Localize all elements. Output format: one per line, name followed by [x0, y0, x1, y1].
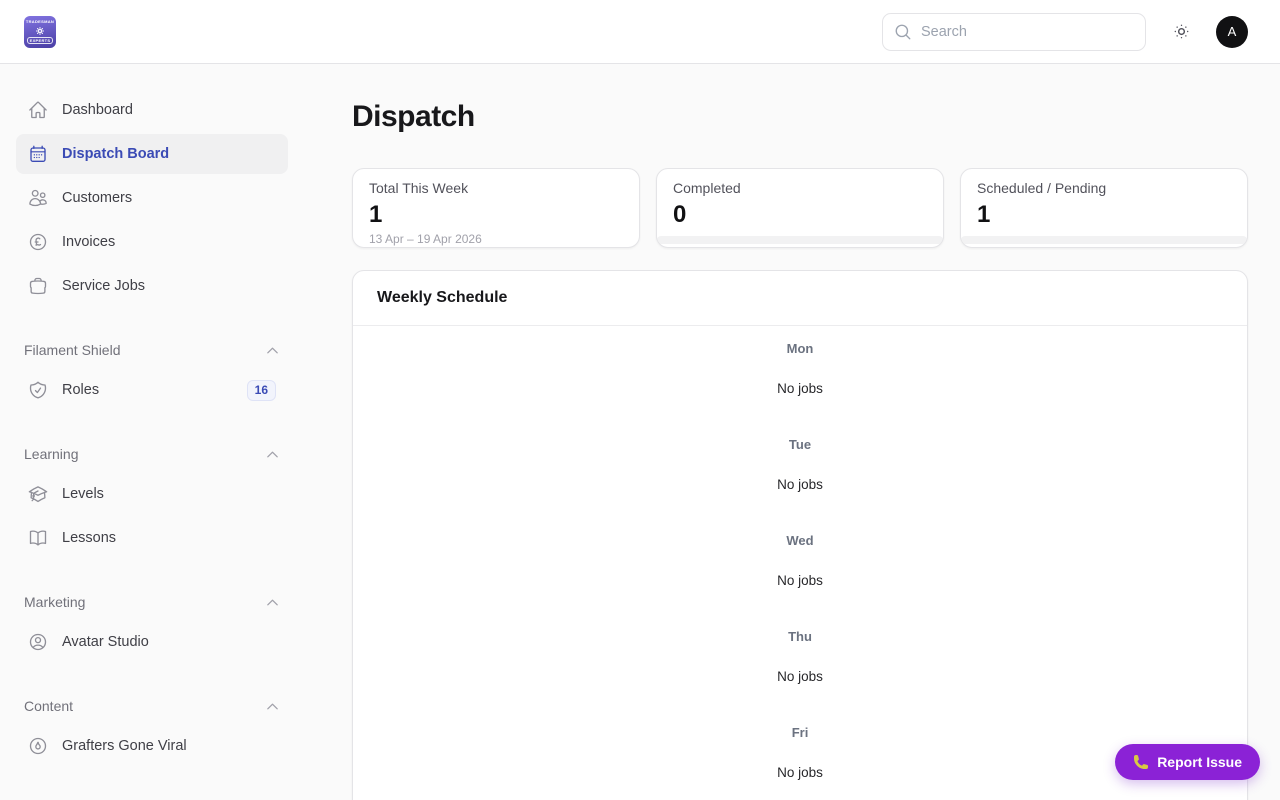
sidebar-section-learning: Learning Levels Lessons: [16, 446, 288, 558]
progress-bar: [657, 236, 943, 244]
weekly-schedule-card: Weekly Schedule Mon No jobs Tue No jobs …: [352, 270, 1248, 800]
day-status: No jobs: [777, 573, 823, 588]
gear-icon: [35, 26, 45, 36]
count-badge: 16: [246, 379, 276, 401]
logo-text-top: TRADESMAN: [25, 18, 55, 24]
calendar-days-icon: [28, 144, 48, 164]
report-issue-button[interactable]: Report Issue: [1115, 744, 1260, 780]
stat-card-scheduled-pending: Scheduled / Pending 1: [960, 168, 1248, 248]
stat-card-total-this-week: Total This Week 1 13 Apr – 19 Apr 2026: [352, 168, 640, 248]
stat-value: 1: [369, 200, 383, 228]
sun-icon: [1172, 22, 1191, 41]
stat-value: 1: [977, 200, 991, 228]
chevron-up-icon: [265, 699, 280, 714]
day-name: Tue: [788, 437, 812, 452]
topbar-actions: A: [882, 12, 1248, 51]
sidebar-item-lessons[interactable]: Lessons: [16, 518, 288, 558]
section-heading[interactable]: Learning: [16, 446, 288, 462]
day-name: Mon: [786, 341, 814, 356]
sidebar-item-customers[interactable]: Customers: [16, 178, 288, 218]
weekly-schedule-title: Weekly Schedule: [377, 289, 508, 306]
briefcase-icon: [28, 276, 48, 296]
day-status: No jobs: [777, 381, 823, 396]
day-name: Fri: [791, 725, 809, 740]
sidebar-section-filament-shield: Filament Shield Roles 16: [16, 342, 288, 410]
sidebar-main-nav: Dashboard Dispatch Board Customers Invoi…: [16, 90, 288, 306]
flame-icon: [28, 736, 48, 756]
sidebar-section-content: Content Grafters Gone Viral: [16, 698, 288, 766]
page-title: Dispatch: [352, 100, 475, 133]
day-name: Wed: [786, 533, 814, 548]
section-heading[interactable]: Marketing: [16, 594, 288, 610]
chevron-up-icon: [265, 447, 280, 462]
sidebar-item-roles[interactable]: Roles 16: [16, 370, 288, 410]
sidebar-item-dashboard[interactable]: Dashboard: [16, 90, 288, 130]
day-status: No jobs: [777, 765, 823, 780]
logo-text-bottom: EXPERTS: [26, 36, 54, 45]
chevron-up-icon: [265, 595, 280, 610]
app-logo[interactable]: TRADESMAN EXPERTS: [24, 15, 56, 48]
stat-subtext: 13 Apr – 19 Apr 2026: [369, 231, 482, 246]
academic-cap-icon: [28, 484, 48, 504]
page-shell: Dashboard Dispatch Board Customers Invoi…: [0, 64, 1280, 800]
section-heading[interactable]: Content: [16, 698, 288, 714]
weekly-schedule-header: Weekly Schedule: [353, 271, 1247, 326]
user-avatar[interactable]: A: [1216, 15, 1248, 48]
home-icon: [28, 100, 48, 120]
shield-check-icon: [28, 380, 48, 400]
currency-pound-icon: [28, 232, 48, 252]
report-issue-label: Report Issue: [1157, 754, 1242, 770]
sidebar-item-dispatch-board[interactable]: Dispatch Board: [16, 134, 288, 174]
theme-toggle-button[interactable]: [1164, 15, 1198, 49]
stats-row: Total This Week 1 13 Apr – 19 Apr 2026 C…: [352, 168, 1248, 248]
topbar: TRADESMAN EXPERTS A: [0, 0, 1280, 64]
search-input[interactable]: [882, 12, 1146, 51]
day-status: No jobs: [777, 477, 823, 492]
user-circle-icon: [28, 632, 48, 652]
section-heading[interactable]: Filament Shield: [16, 342, 288, 358]
stat-label: Total This Week: [369, 180, 469, 196]
sidebar-item-levels[interactable]: Levels: [16, 474, 288, 514]
day-name: Thu: [788, 629, 812, 644]
schedule-day-fri: Fri No jobs: [353, 710, 1247, 800]
search-box: [882, 12, 1146, 51]
day-status: No jobs: [777, 669, 823, 684]
main-content: Dispatch Total This Week 1 13 Apr – 19 A…: [304, 64, 1280, 800]
chevron-up-icon: [265, 343, 280, 358]
search-icon: [894, 23, 912, 41]
schedule-day-mon: Mon No jobs: [353, 326, 1247, 422]
stat-value: 0: [673, 200, 687, 228]
phone-icon: [1133, 754, 1149, 770]
sidebar-item-grafters-gone-viral[interactable]: Grafters Gone Viral: [16, 726, 288, 766]
progress-bar: [961, 236, 1247, 244]
sidebar-sections: Filament Shield Roles 16 Learning Levels…: [16, 342, 288, 766]
stat-label: Completed: [673, 180, 741, 196]
book-open-icon: [28, 528, 48, 548]
users-icon: [28, 188, 48, 208]
weekly-schedule-days: Mon No jobs Tue No jobs Wed No jobs Thu …: [353, 326, 1247, 800]
sidebar: Dashboard Dispatch Board Customers Invoi…: [0, 64, 304, 800]
schedule-day-thu: Thu No jobs: [353, 614, 1247, 710]
schedule-day-wed: Wed No jobs: [353, 518, 1247, 614]
schedule-day-tue: Tue No jobs: [353, 422, 1247, 518]
sidebar-item-avatar-studio[interactable]: Avatar Studio: [16, 622, 288, 662]
stat-label: Scheduled / Pending: [977, 180, 1107, 196]
sidebar-section-marketing: Marketing Avatar Studio: [16, 594, 288, 662]
sidebar-item-invoices[interactable]: Invoices: [16, 222, 288, 262]
stat-card-completed: Completed 0: [656, 168, 944, 248]
sidebar-item-service-jobs[interactable]: Service Jobs: [16, 266, 288, 306]
